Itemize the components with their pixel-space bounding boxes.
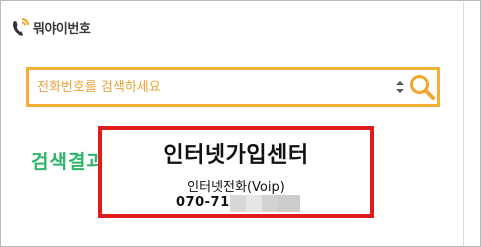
search-button[interactable] [407,72,437,102]
result-card: 인터넷가입센터 인터넷전화(Voip) 070-71 [98,126,374,218]
business-name: 인터넷가입센터 [163,143,309,168]
site-logo-text[interactable]: 뭐야이번호 [33,18,91,37]
redaction-block [246,195,262,212]
search-result-label: 검색결과 [31,151,105,173]
app-window: 뭐야이번호 검색결과 인터넷가입센터 인터넷전화(Voip) 070-71 [0,0,481,247]
redaction-block [230,195,246,212]
redaction-block [278,195,300,212]
search-box [26,67,440,107]
search-icon [410,75,435,100]
scrollbar-divider [463,2,464,246]
number-spinner-icon[interactable] [395,79,405,95]
redaction-block [262,195,278,212]
phone-number: 070-71 [176,195,230,210]
business-type: 인터넷전화(Voip) [187,180,285,195]
phone-search-input[interactable] [37,76,387,98]
phone-handset-icon [9,15,31,39]
site-header: 뭐야이번호 [9,13,91,41]
